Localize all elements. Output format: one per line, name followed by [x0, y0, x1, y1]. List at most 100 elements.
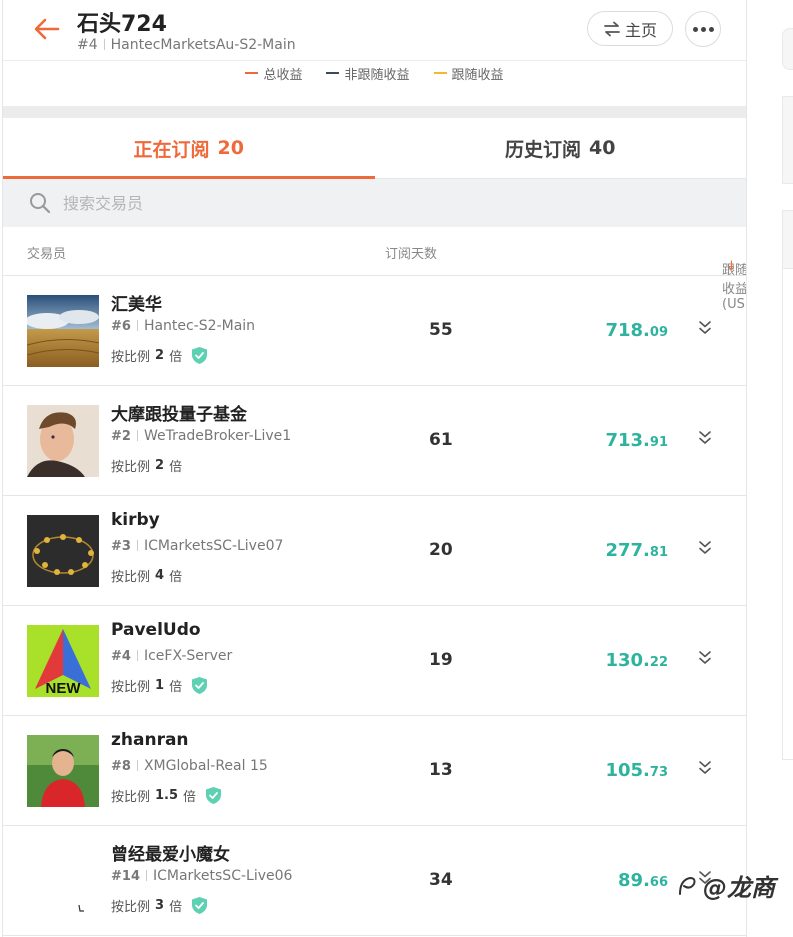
header: 石头724 #4 HantecMarketsAu-S2-Main 主页	[3, 0, 746, 61]
legend-swatch	[326, 72, 340, 74]
follow-ratio: 按比例 1 倍	[111, 676, 208, 695]
gold-pendants-image	[27, 515, 99, 587]
account-info: #4 HantecMarketsAu-S2-Main	[77, 37, 296, 53]
column-header-days[interactable]: 订阅天数	[385, 243, 437, 262]
profit-integer: 718.	[605, 320, 650, 341]
trader-rank: #2	[111, 429, 131, 444]
trader-server-name: ICMarketsSC-Live06	[152, 868, 293, 884]
profit-integer: 130.	[605, 650, 650, 671]
home-button-label: 主页	[624, 20, 657, 40]
trader-rank: #4	[111, 649, 131, 664]
subscription-days: 55	[429, 320, 453, 340]
account-server: HantecMarketsAu-S2-Main	[110, 37, 296, 53]
follow-ratio: 按比例 3 倍	[111, 896, 208, 915]
side-card	[782, 210, 793, 270]
trader-row[interactable]: 大摩跟投量子基金 #2 WeTradeBroker-Live1 按比例 2 倍 61 …	[3, 386, 746, 496]
right-column	[746, 0, 793, 937]
follow-profit: 130.22	[605, 650, 668, 671]
trader-server-name: Hantec-S2-Main	[143, 318, 256, 334]
more-button[interactable]	[685, 11, 721, 47]
subscription-days: 34	[429, 870, 453, 890]
follow-profit: 713.91	[605, 430, 668, 451]
trader-name[interactable]: PavelUdo	[111, 620, 201, 640]
side-card	[782, 28, 793, 70]
profit-decimal: 22	[649, 655, 668, 670]
sort-arrow-icon: ↓	[726, 259, 737, 274]
ratio-prefix: 按比例	[111, 900, 151, 915]
follow-ratio: 按比例 1.5 倍	[111, 786, 222, 805]
chevron-double-down-icon[interactable]	[697, 320, 713, 336]
trader-name[interactable]: 曾经最爱小魔女	[111, 840, 230, 865]
trader-row[interactable]: kirby #3 ICMarketsSC-Live07 按比例 4 倍 20 277.…	[3, 496, 746, 606]
shield-check-icon	[192, 897, 208, 914]
man-red-shirt-image	[27, 735, 99, 807]
chevron-double-down-icon[interactable]	[697, 430, 713, 446]
subscriptions-panel: 石头724 #4 HantecMarketsAu-S2-Main 主页 总收益 非…	[2, 0, 747, 937]
legend-swatch	[433, 72, 447, 74]
shield-check-icon	[192, 677, 208, 694]
trader-row[interactable]: 汇美华 #6 Hantec-S2-Main 按比例 2 倍 55 718.09	[3, 276, 746, 386]
ratio-value: 4	[155, 568, 165, 583]
trader-row[interactable]: 曾经最爱小魔女 #14 ICMarketsSC-Live06 按比例 3 倍 34 8…	[3, 826, 746, 936]
ratio-value: 3	[155, 898, 165, 913]
trader-name[interactable]: zhanran	[111, 730, 189, 750]
trader-server-name: IceFX-Server	[143, 648, 233, 664]
trader-rank: #3	[111, 539, 131, 554]
tab-count: 40	[589, 137, 616, 159]
ratio-suffix: 倍	[169, 570, 183, 585]
tab-current-subscriptions[interactable]: 正在订阅 20	[3, 118, 375, 179]
trader-server-name: WeTradeBroker-Live1	[143, 428, 292, 444]
profit-integer: 105.	[605, 760, 650, 781]
ratio-prefix: 按比例	[111, 460, 151, 475]
avatar: NEW	[27, 625, 99, 697]
trader-rank: #6	[111, 319, 131, 334]
shield-check-icon	[206, 787, 222, 804]
chevron-double-down-icon[interactable]	[697, 650, 713, 666]
trader-server: #3 ICMarketsSC-Live07	[111, 538, 283, 554]
new-triangle-logo: NEW	[27, 625, 99, 697]
legend-label: 非跟随收益	[344, 67, 410, 83]
side-card	[782, 96, 793, 184]
chevron-double-down-icon[interactable]	[697, 760, 713, 776]
trader-server: #14 ICMarketsSC-Live06	[111, 868, 292, 884]
home-button[interactable]: 主页	[587, 11, 673, 46]
swap-icon	[604, 21, 620, 36]
profit-decimal: 81	[649, 545, 668, 560]
trader-row[interactable]: NEW PavelUdo #4 IceFX-Server 按比例 1 倍 19 130…	[3, 606, 746, 716]
legend-label: 总收益	[263, 67, 303, 83]
back-button[interactable]	[29, 12, 63, 46]
ratio-prefix: 按比例	[111, 570, 151, 585]
tab-history-subscriptions[interactable]: 历史订阅 40	[375, 118, 747, 178]
follow-profit: 105.73	[605, 760, 668, 781]
trader-name[interactable]: 汇美华	[111, 290, 162, 315]
search-icon	[30, 193, 51, 214]
trader-row[interactable]: zhanran #8 XMGlobal-Real 15 按比例 1.5 倍 13 10…	[3, 716, 746, 826]
avatar	[27, 735, 99, 807]
avatar	[27, 845, 99, 917]
ratio-value: 1.5	[155, 788, 179, 803]
legend-item-total: 总收益	[245, 66, 303, 83]
tab-count: 20	[217, 137, 244, 159]
blank-avatar-image	[27, 845, 99, 917]
more-icon	[691, 26, 715, 32]
subscription-days: 20	[429, 540, 453, 560]
page-title: 石头724	[77, 12, 167, 37]
trader-server: #8 XMGlobal-Real 15	[111, 758, 268, 774]
trader-rank: #14	[111, 869, 140, 884]
avatar	[27, 295, 99, 367]
search-input[interactable]	[61, 192, 665, 214]
trader-name[interactable]: kirby	[111, 510, 160, 530]
chevron-double-down-icon[interactable]	[697, 540, 713, 556]
follow-ratio: 按比例 4 倍	[111, 566, 182, 585]
ratio-suffix: 倍	[169, 350, 183, 365]
section-divider	[3, 106, 746, 118]
legend-label: 跟随收益	[451, 67, 504, 83]
table-header: 交易员 订阅天数 跟随收益 (USD)↓	[3, 227, 746, 312]
trader-server-name: XMGlobal-Real 15	[143, 758, 268, 774]
arrow-left-icon	[34, 18, 60, 40]
legend-item-non-follow: 非跟随收益	[326, 66, 410, 83]
man-portrait-image	[27, 405, 99, 477]
avatar	[27, 515, 99, 587]
trader-name[interactable]: 大摩跟投量子基金	[111, 400, 247, 425]
ratio-prefix: 按比例	[111, 350, 151, 365]
